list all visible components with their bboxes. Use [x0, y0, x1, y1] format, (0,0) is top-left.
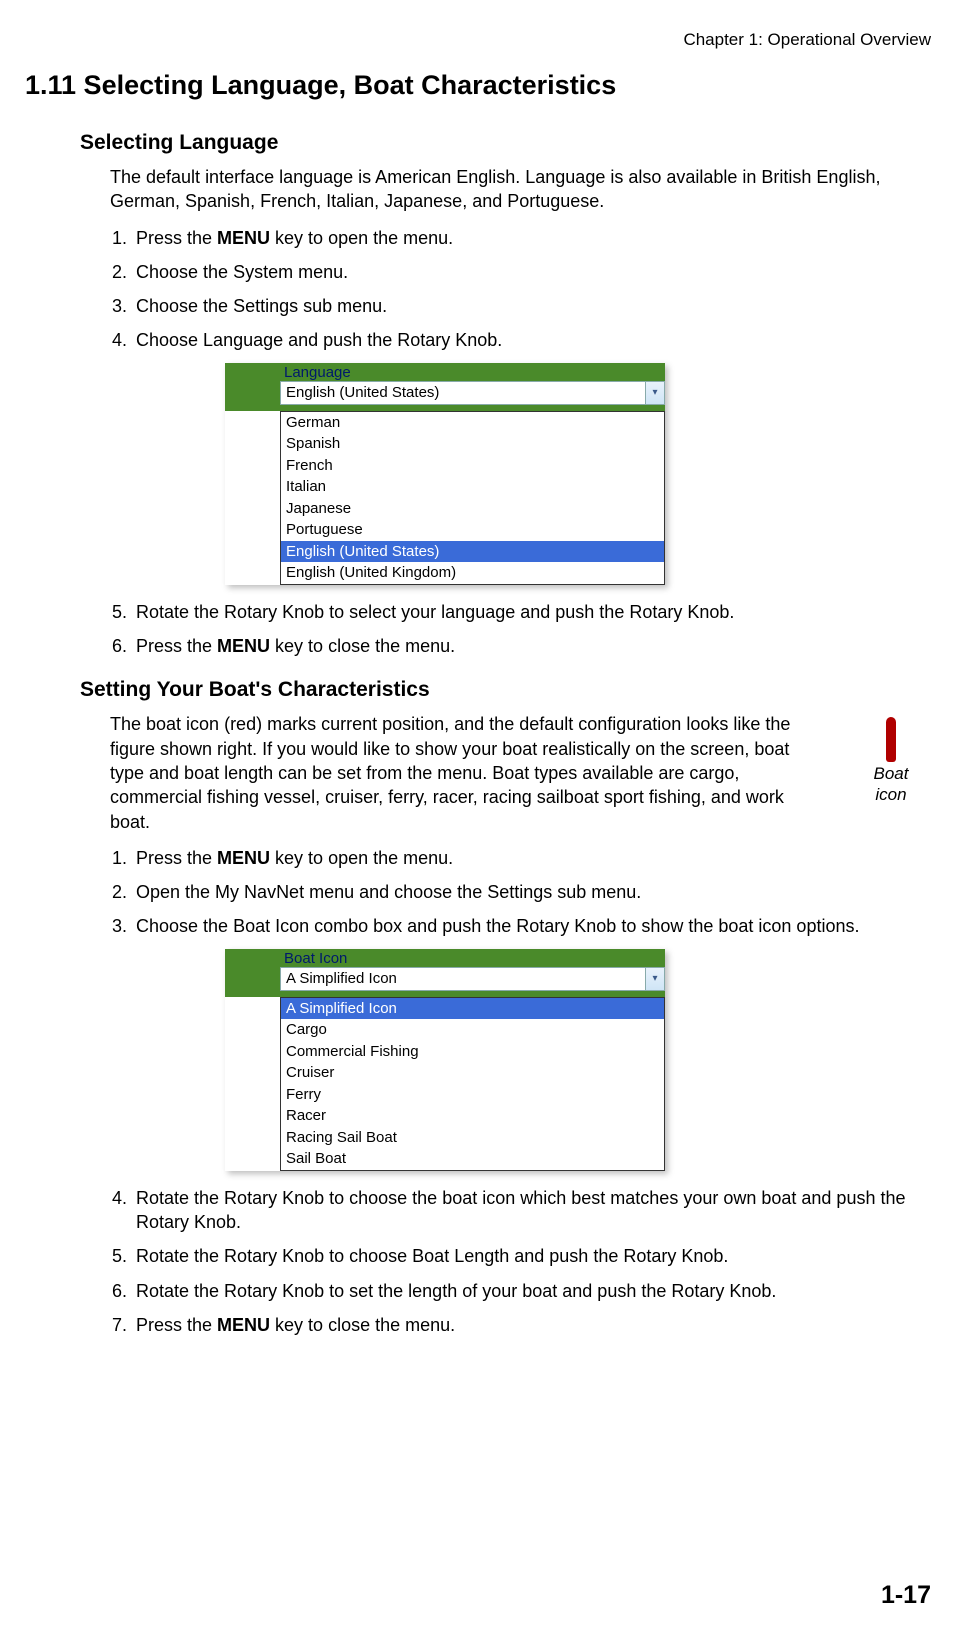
language-steps-cont: Rotate the Rotary Knob to select your la…	[110, 600, 931, 659]
list-item[interactable]: Racing Sail Boat	[281, 1127, 664, 1149]
step: Open the My NavNet menu and choose the S…	[132, 880, 931, 904]
step-text: key to close the menu.	[270, 1315, 455, 1335]
step-text: key to close the menu.	[270, 636, 455, 656]
language-option-list[interactable]: German Spanish French Italian Japanese P…	[280, 411, 665, 585]
step: Choose the Settings sub menu.	[132, 294, 931, 318]
step: Press the MENU key to close the menu.	[132, 634, 931, 658]
step-text: Press the	[136, 1315, 217, 1335]
step-text: key to open the menu.	[270, 848, 453, 868]
step: Press the MENU key to open the menu.	[132, 226, 931, 250]
list-item[interactable]: A Simplified Icon	[281, 998, 664, 1020]
language-combo[interactable]: English (United States) ▾	[280, 381, 665, 405]
menu-key-label: MENU	[217, 228, 270, 248]
field-label-language: Language	[280, 363, 665, 381]
step: Rotate the Rotary Knob to select your la…	[132, 600, 931, 624]
chevron-down-icon[interactable]: ▾	[645, 382, 664, 404]
step: Choose the Boat Icon combo box and push …	[132, 914, 931, 938]
list-item[interactable]: Cruiser	[281, 1062, 664, 1084]
list-item[interactable]: Portuguese	[281, 519, 664, 541]
subsection-selecting-language: Selecting Language	[80, 131, 931, 155]
combo-selected-text: A Simplified Icon	[281, 970, 645, 987]
list-item[interactable]: Commercial Fishing	[281, 1041, 664, 1063]
list-item[interactable]: Cargo	[281, 1019, 664, 1041]
step-text: Press the	[136, 228, 217, 248]
list-item[interactable]: English (United States)	[281, 541, 664, 563]
step: Press the MENU key to close the menu.	[132, 1313, 931, 1337]
boat-icon-figure: Boat icon	[861, 717, 921, 805]
subsection-boat-characteristics: Setting Your Boat's Characteristics	[80, 678, 931, 702]
boat-steps-cont: Rotate the Rotary Knob to choose the boa…	[110, 1186, 931, 1337]
step: Rotate the Rotary Knob to choose Boat Le…	[132, 1244, 931, 1268]
section-title: 1.11 Selecting Language, Boat Characteri…	[25, 70, 931, 101]
combo-selected-text: English (United States)	[281, 384, 645, 401]
boat-icon-caption: Boat icon	[861, 764, 921, 805]
step: Press the MENU key to open the menu.	[132, 846, 931, 870]
step: Choose Language and push the Rotary Knob…	[132, 328, 931, 352]
list-item[interactable]: Racer	[281, 1105, 664, 1127]
menu-key-label: MENU	[217, 1315, 270, 1335]
chapter-header: Chapter 1: Operational Overview	[25, 30, 931, 50]
step: Rotate the Rotary Knob to set the length…	[132, 1279, 931, 1303]
chevron-down-icon[interactable]: ▾	[645, 968, 664, 990]
step-text: Press the	[136, 848, 217, 868]
boat-steps: Press the MENU key to open the menu. Ope…	[110, 846, 931, 939]
list-item[interactable]: Spanish	[281, 433, 664, 455]
step-text: Press the	[136, 636, 217, 656]
list-item[interactable]: Ferry	[281, 1084, 664, 1106]
boat-icon-dropdown-screenshot: Boat Icon A Simplified Icon ▾ A Simplifi…	[225, 949, 665, 1171]
page-number: 1-17	[881, 1581, 931, 1610]
intro-paragraph-2: The boat icon (red) marks current positi…	[110, 712, 810, 833]
boat-icon-combo[interactable]: A Simplified Icon ▾	[280, 967, 665, 991]
list-item[interactable]: Sail Boat	[281, 1148, 664, 1170]
language-dropdown-screenshot: Language English (United States) ▾ Germa…	[225, 363, 665, 585]
list-item[interactable]: English (United Kingdom)	[281, 562, 664, 584]
list-item[interactable]: Japanese	[281, 498, 664, 520]
step: Choose the System menu.	[132, 260, 931, 284]
intro-paragraph-1: The default interface language is Americ…	[110, 165, 931, 214]
language-steps: Press the MENU key to open the menu. Cho…	[110, 226, 931, 353]
boat-icon-option-list[interactable]: A Simplified Icon Cargo Commercial Fishi…	[280, 997, 665, 1171]
step: Rotate the Rotary Knob to choose the boa…	[132, 1186, 931, 1235]
field-label-boat-icon: Boat Icon	[280, 949, 665, 967]
step-text: key to open the menu.	[270, 228, 453, 248]
boat-icon	[886, 717, 896, 762]
list-item[interactable]: German	[281, 412, 664, 434]
list-item[interactable]: French	[281, 455, 664, 477]
list-item[interactable]: Italian	[281, 476, 664, 498]
menu-key-label: MENU	[217, 848, 270, 868]
menu-key-label: MENU	[217, 636, 270, 656]
